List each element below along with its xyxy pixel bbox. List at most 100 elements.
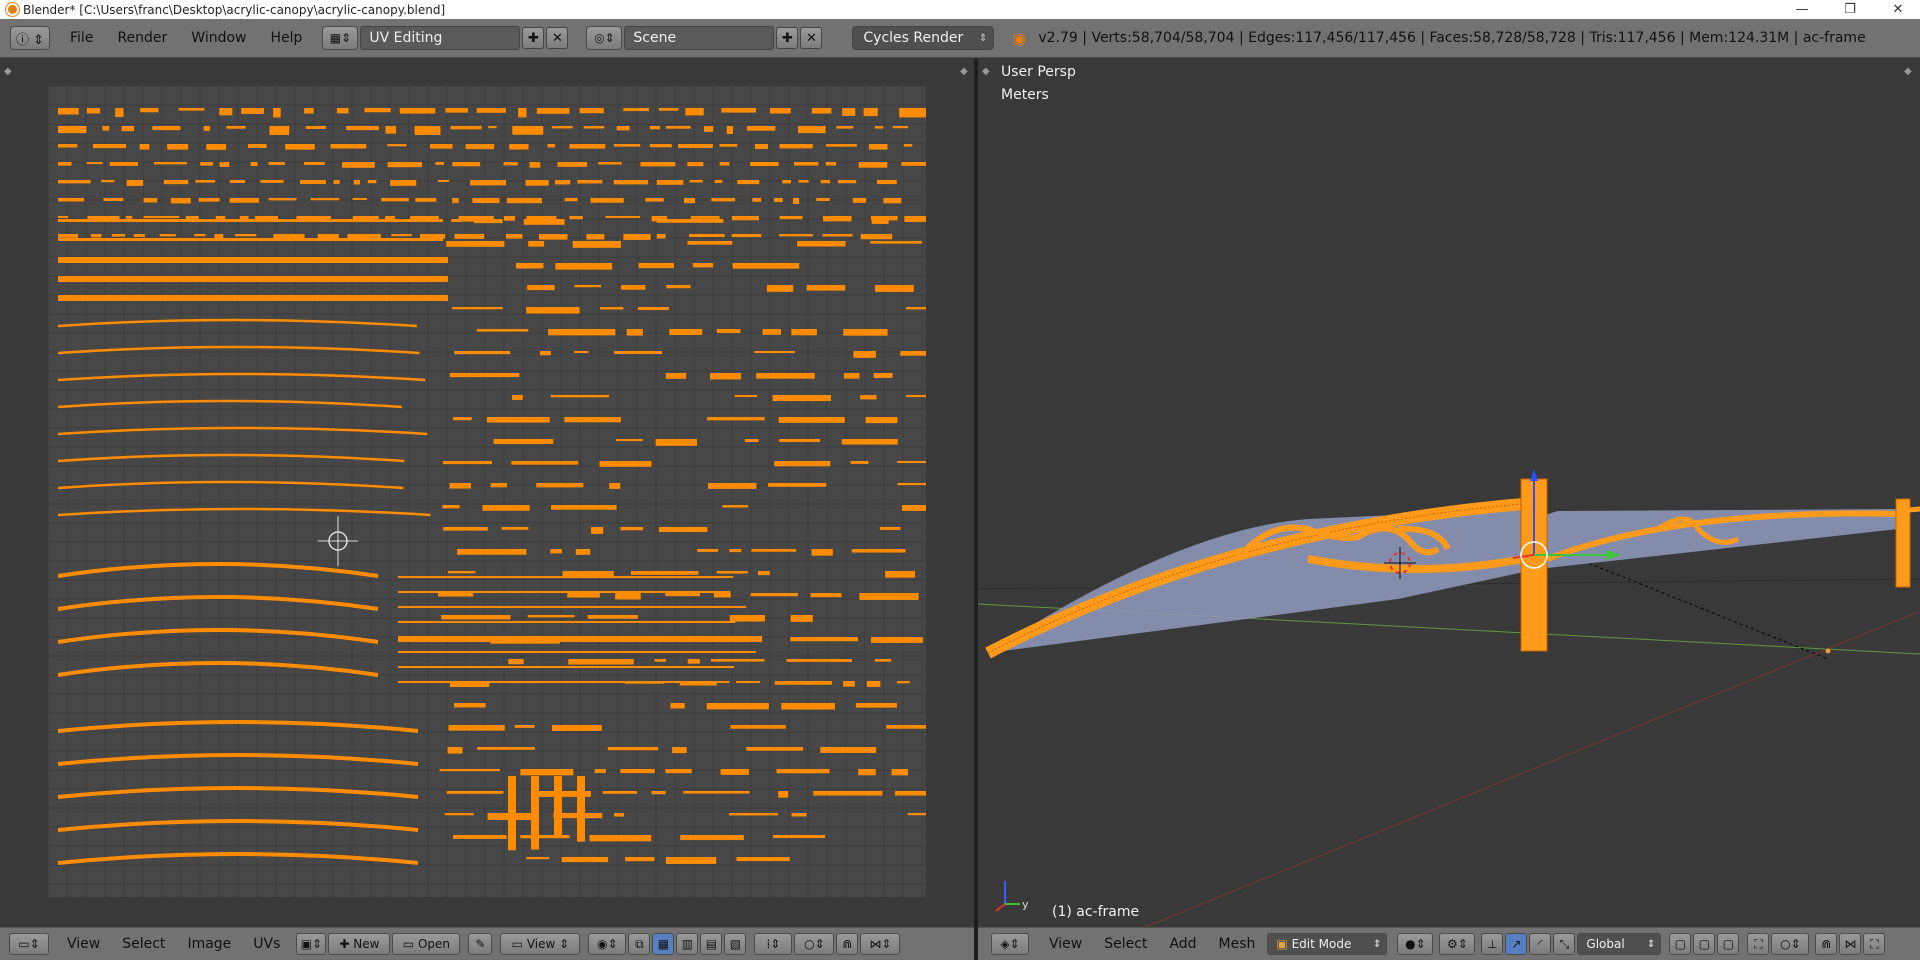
occlude-geometry-icon[interactable]: ⛶ bbox=[1747, 933, 1770, 955]
area-split-corner-icon[interactable]: ◆ bbox=[960, 67, 970, 77]
render-engine-label: Cycles Render bbox=[863, 30, 964, 46]
3d-viewport[interactable]: User Persp Meters ◆ ◆ y (1) ac-frame bbox=[978, 59, 1920, 927]
add-screen-button[interactable]: ✚ bbox=[522, 27, 545, 49]
uv-image-canvas[interactable] bbox=[48, 86, 926, 897]
pivot-icon: ⚙⇕ bbox=[1447, 937, 1468, 951]
relationship-line bbox=[1577, 558, 1829, 660]
face-select-icon[interactable]: ▤ bbox=[700, 933, 723, 955]
proportional-editing-select[interactable]: ○⇕ bbox=[1771, 933, 1810, 955]
open-image-button[interactable]: ▭ Open bbox=[392, 933, 461, 955]
delete-scene-button[interactable]: ✕ bbox=[800, 27, 823, 49]
layout-grid-icon: ▦⇕ bbox=[329, 31, 352, 45]
scene-field[interactable]: Scene bbox=[624, 26, 775, 50]
layer-2-icon[interactable]: ▢ bbox=[1693, 933, 1716, 955]
layer-3-icon[interactable]: ▢ bbox=[1717, 933, 1740, 955]
add-scene-button[interactable]: ✚ bbox=[776, 27, 799, 49]
uv-layout-svg bbox=[48, 86, 926, 897]
island-select-icon[interactable]: ▧ bbox=[724, 933, 747, 955]
sphere-icon: ●⇕ bbox=[1405, 937, 1426, 951]
layer-1-icon[interactable]: ▢ bbox=[1669, 933, 1692, 955]
interaction-mode-select[interactable]: ▣ Edit Mode ⇕ bbox=[1267, 933, 1388, 955]
info-icon: ⓘ ⇕ bbox=[15, 32, 45, 48]
proportional-edit-select[interactable]: ○⇕ bbox=[794, 933, 835, 955]
scene-stats: v2.79 | Verts:58,704/58,704 | Edges:117,… bbox=[1038, 30, 1866, 46]
delete-screen-button[interactable]: ✕ bbox=[546, 27, 569, 49]
rotate-manipulator-icon[interactable]: ◜ bbox=[1529, 933, 1552, 955]
manipulator-toggle-icon[interactable]: ⊥ bbox=[1481, 933, 1504, 955]
orientation-label: Global bbox=[1586, 937, 1625, 951]
uv-image-editor[interactable]: ◆ ◆ bbox=[0, 59, 974, 927]
uv-menu-image[interactable]: Image bbox=[176, 936, 242, 952]
menu-render[interactable]: Render bbox=[105, 30, 179, 46]
area-split-corner-icon[interactable]: ◆ bbox=[4, 67, 14, 77]
image-editor-icon: ▭ bbox=[511, 937, 523, 951]
snap-element-select[interactable]: ⋈⇕ bbox=[860, 933, 901, 955]
new-image-button[interactable]: ✚ New bbox=[328, 933, 391, 955]
uv-menu-view[interactable]: View bbox=[56, 936, 111, 952]
x-icon: ✕ bbox=[805, 30, 817, 46]
new-image-label: New bbox=[353, 937, 380, 951]
editor-type-info-button[interactable]: ⓘ ⇕ bbox=[10, 26, 50, 50]
plus-icon: ✚ bbox=[781, 30, 793, 46]
open-image-label: Open bbox=[417, 937, 451, 951]
3d-view-header: ◈⇕ View Select Add Mesh ▣ Edit Mode ⇕ ●⇕… bbox=[978, 927, 1920, 960]
vp-menu-add[interactable]: Add bbox=[1158, 936, 1207, 952]
pin-icon[interactable]: ✎ bbox=[468, 933, 493, 955]
screen-layout-browse-button[interactable]: ▦⇕ bbox=[322, 26, 359, 50]
sticky-mode-select[interactable]: ⁞⇕ bbox=[754, 933, 793, 955]
uv-editor-header: ▭⇕ View Select Image UVs ▣⇕ ✚ New ▭ Open… bbox=[0, 927, 974, 960]
blender-logo-icon: ◉ bbox=[1012, 28, 1027, 48]
render-preview-icon[interactable]: ⛶ bbox=[1863, 933, 1886, 955]
menu-file[interactable]: File bbox=[58, 30, 105, 46]
snap-toggle-icon[interactable]: ⋒ bbox=[1815, 933, 1838, 955]
z-arrow-icon[interactable] bbox=[1530, 469, 1538, 481]
scale-manipulator-icon[interactable]: ⤡ bbox=[1553, 933, 1576, 955]
window-title-bar: Blender* [C:\Users\franc\Desktop\acrylic… bbox=[0, 0, 1920, 19]
screen-layout-field[interactable]: UV Editing bbox=[360, 26, 521, 50]
scene-browse-button[interactable]: ◎⇕ bbox=[586, 26, 623, 50]
vp-menu-mesh[interactable]: Mesh bbox=[1208, 936, 1267, 952]
vp-menu-view[interactable]: View bbox=[1038, 936, 1093, 952]
translate-manipulator-icon[interactable]: ↗ bbox=[1505, 933, 1528, 955]
image-browse-button[interactable]: ▣⇕ bbox=[296, 933, 327, 955]
pivot-point-select[interactable]: ⚙⇕ bbox=[1439, 933, 1476, 955]
minimize-button[interactable]: — bbox=[1782, 0, 1822, 19]
vertex-select-icon[interactable]: ▦ bbox=[652, 933, 675, 955]
window-title: Blender* [C:\Users\franc\Desktop\acrylic… bbox=[23, 2, 446, 17]
editor-type-3d-button[interactable]: ◈⇕ bbox=[991, 933, 1029, 955]
viewport-scene-svg: y bbox=[978, 469, 1920, 927]
viewport-shading-select[interactable]: ●⇕ bbox=[1397, 933, 1434, 955]
image-icon: ▣⇕ bbox=[300, 937, 323, 951]
edge-select-icon[interactable]: ▥ bbox=[676, 933, 699, 955]
menu-help[interactable]: Help bbox=[258, 30, 314, 46]
info-header: ⓘ ⇕ File Render Window Help ▦⇕ UV Editin… bbox=[0, 19, 1920, 58]
close-window-button[interactable]: ✕ bbox=[1878, 0, 1918, 19]
uv-grid bbox=[48, 86, 926, 897]
image-editor-icon: ▭⇕ bbox=[18, 937, 40, 951]
axis-widget-y-label: y bbox=[1022, 898, 1029, 911]
axis-widget-x bbox=[995, 903, 1006, 912]
y-axis-grid-line bbox=[1144, 611, 1919, 927]
restore-button[interactable]: ❐ bbox=[1830, 0, 1870, 19]
scene-icon: ◎⇕ bbox=[594, 31, 615, 45]
frame-stub bbox=[1897, 506, 1920, 514]
view-mode-label: View bbox=[526, 937, 556, 951]
snap-target-icon[interactable]: ⋈ bbox=[1839, 933, 1862, 955]
menu-window[interactable]: Window bbox=[179, 30, 258, 46]
snap-icon[interactable]: ⋒ bbox=[836, 933, 859, 955]
editor-type-button[interactable]: ▭⇕ bbox=[9, 933, 49, 955]
transform-orientation-select[interactable]: Global ⇕ bbox=[1577, 933, 1662, 955]
uv-menu-uvs[interactable]: UVs bbox=[242, 936, 291, 952]
blender-logo-icon bbox=[6, 3, 19, 16]
plus-icon: ✚ bbox=[527, 30, 539, 46]
x-icon: ✕ bbox=[551, 30, 563, 46]
sync-selection-icon[interactable]: ⧉ bbox=[628, 933, 651, 955]
pivot-select[interactable]: ◉⇕ bbox=[588, 933, 627, 955]
updown-arrow-icon: ⇕ bbox=[979, 32, 988, 44]
uv-menu-select[interactable]: Select bbox=[111, 936, 176, 952]
render-engine-select[interactable]: Cycles Render ⇕ bbox=[852, 26, 995, 50]
edit-mode-icon: ▣ bbox=[1276, 937, 1288, 951]
cube-icon: ◈⇕ bbox=[1000, 937, 1020, 951]
vp-menu-select[interactable]: Select bbox=[1093, 936, 1158, 952]
view-mode-select[interactable]: ▭ View ⇕ bbox=[500, 933, 581, 955]
